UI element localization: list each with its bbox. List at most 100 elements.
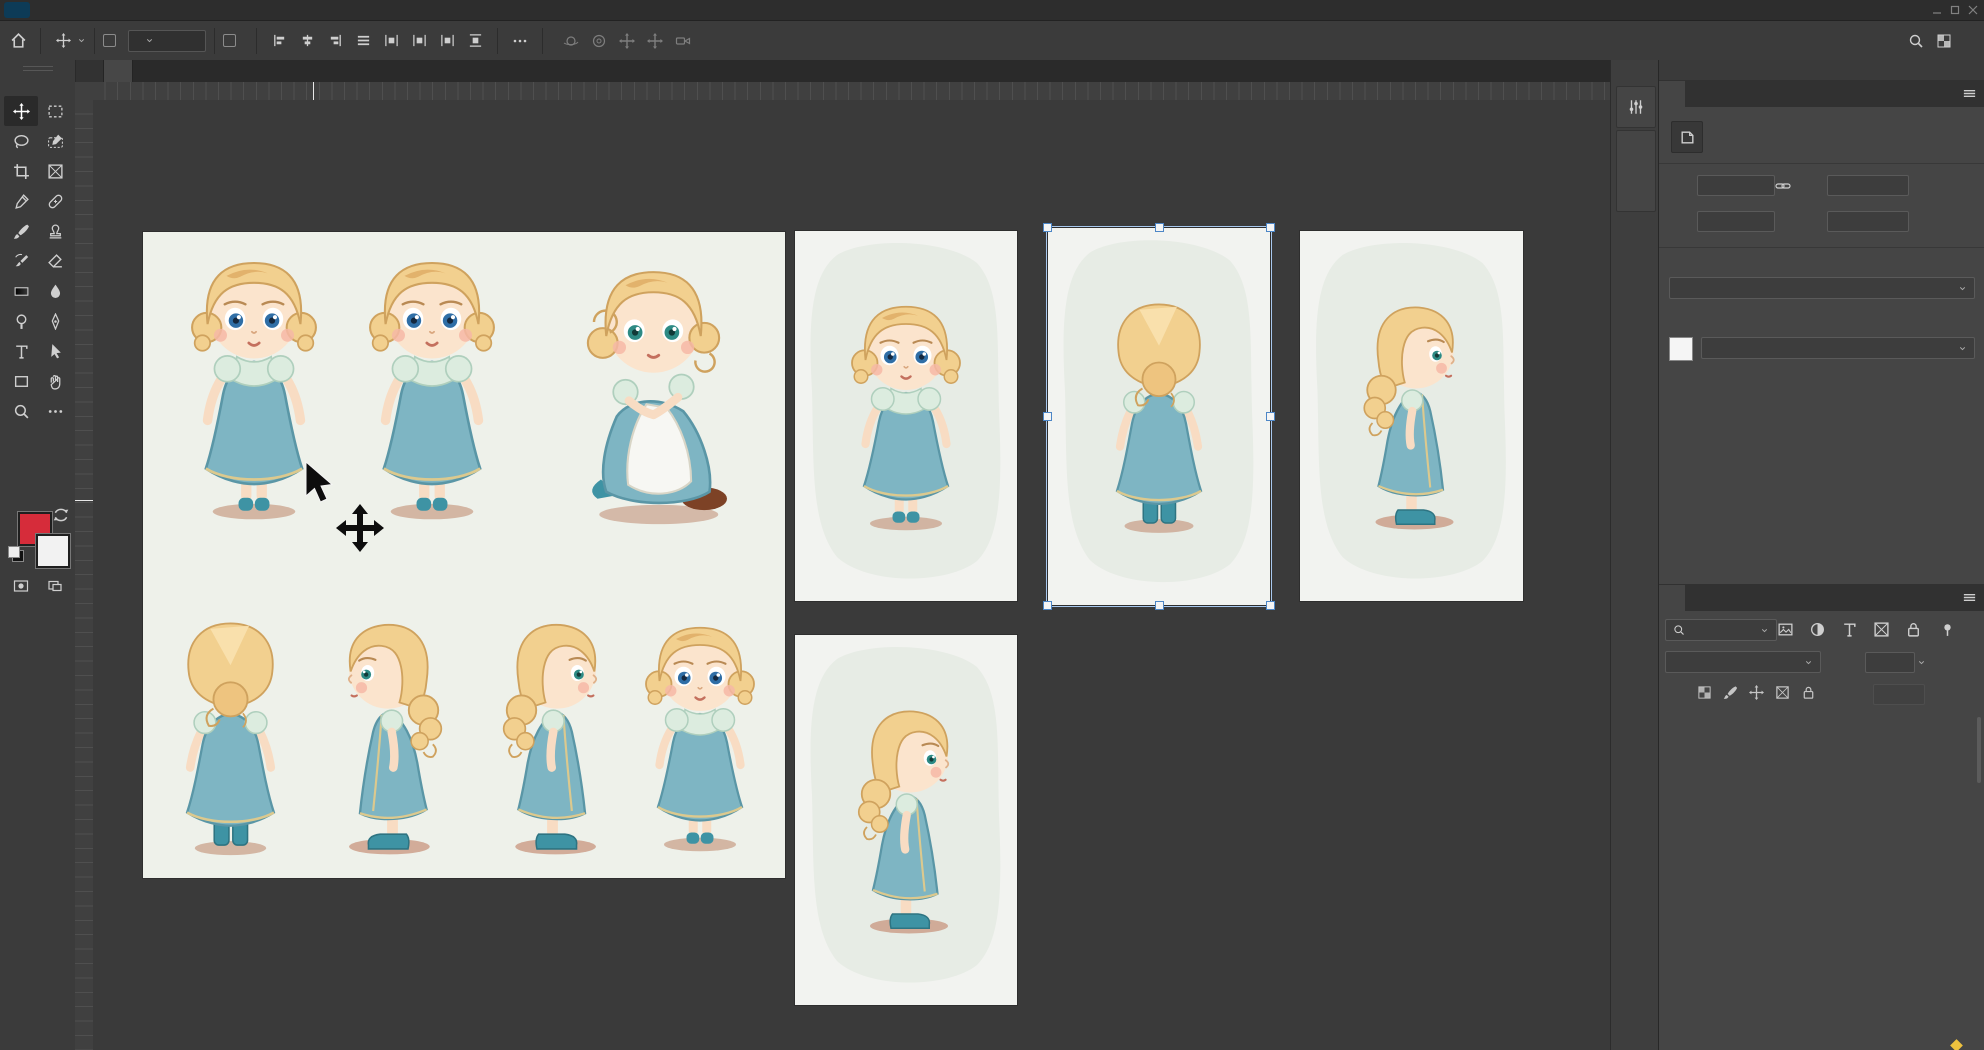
blur-tool[interactable]: [38, 276, 72, 306]
gradient-tool[interactable]: [4, 276, 38, 306]
height-field[interactable]: [1827, 175, 1909, 196]
quick-mask-icon[interactable]: [12, 578, 30, 594]
opacity-field[interactable]: [1865, 652, 1915, 673]
menu-layer[interactable]: [96, 0, 118, 20]
rectangle-tool[interactable]: [4, 366, 38, 396]
selection-handle-s[interactable]: [1155, 601, 1164, 610]
move-tool[interactable]: [4, 96, 38, 126]
selection-handle-w[interactable]: [1043, 412, 1052, 421]
distribute-vertical-icon[interactable]: [461, 28, 489, 54]
brush-settings-panel-button[interactable]: [1616, 86, 1656, 128]
workspace-switcher-icon[interactable]: [1930, 28, 1958, 54]
distribute-left-icon[interactable]: [377, 28, 405, 54]
hand-tool[interactable]: [38, 366, 72, 396]
lock-all-icon[interactable]: [1801, 685, 1816, 700]
search-icon[interactable]: [1902, 28, 1930, 54]
panel-menu-icon[interactable]: [1962, 86, 1977, 101]
layer-filter-kind-dropdown[interactable]: [1665, 619, 1777, 641]
filter-adjustment-layers-icon[interactable]: [1809, 621, 1826, 638]
minimize-button-icon[interactable]: [1932, 5, 1942, 15]
brush-tool[interactable]: [4, 216, 38, 246]
more-tools[interactable]: [38, 396, 72, 426]
preset-dropdown[interactable]: [1669, 277, 1975, 299]
selection-handle-se[interactable]: [1266, 601, 1275, 610]
vertical-ruler[interactable]: [75, 100, 94, 1050]
lock-position-icon[interactable]: [1749, 685, 1764, 700]
align-left-icon[interactable]: [265, 28, 293, 54]
path-select-tool[interactable]: [38, 336, 72, 366]
lock-transparent-pixels-icon[interactable]: [1697, 685, 1712, 700]
frame-tool[interactable]: [38, 156, 72, 186]
chevron-down-icon[interactable]: [1917, 658, 1926, 667]
tab-channels[interactable]: [1685, 585, 1711, 611]
filter-smart-object-icon[interactable]: [1905, 621, 1922, 638]
show-transform-checkbox[interactable]: [223, 34, 236, 47]
horizontal-ruler[interactable]: [93, 82, 1610, 101]
menu-edit[interactable]: [52, 0, 74, 20]
swap-colors-icon[interactable]: [52, 506, 70, 524]
auto-select-checkbox[interactable]: [103, 34, 116, 47]
pen-tool[interactable]: [38, 306, 72, 336]
artboard-bg-color-swatch[interactable]: [1669, 337, 1693, 361]
auto-select-target-dropdown[interactable]: [128, 30, 206, 52]
link-dimensions-icon[interactable]: [1775, 178, 1791, 194]
eraser-tool[interactable]: [38, 246, 72, 276]
tab-paths[interactable]: [1711, 585, 1737, 611]
type-tool[interactable]: [4, 336, 38, 366]
align-center-horizontal-icon[interactable]: [293, 28, 321, 54]
tab-adjustments[interactable]: [1685, 81, 1711, 107]
filter-pixel-layers-icon[interactable]: [1777, 621, 1794, 638]
tab-properties[interactable]: [1659, 81, 1685, 107]
artboard-1-copy-5[interactable]: [795, 635, 1017, 1005]
marquee-tool[interactable]: [38, 96, 72, 126]
ruler-origin-corner[interactable]: [75, 82, 94, 101]
move-tool-preset-icon[interactable]: [49, 28, 77, 54]
selection-handle-sw[interactable]: [1043, 601, 1052, 610]
menu-type[interactable]: [118, 0, 140, 20]
history-brush-tool[interactable]: [4, 246, 38, 276]
align-right-icon[interactable]: [321, 28, 349, 54]
menu-view[interactable]: [206, 0, 228, 20]
selection-handle-n[interactable]: [1155, 223, 1164, 232]
close-button-icon[interactable]: [1968, 5, 1978, 15]
filter-shape-layers-icon[interactable]: [1873, 621, 1890, 638]
y-field[interactable]: [1827, 211, 1909, 232]
zoom-tool[interactable]: [4, 396, 38, 426]
clone-stamp-tool[interactable]: [38, 216, 72, 246]
blend-mode-dropdown[interactable]: [1665, 651, 1821, 673]
x-field[interactable]: [1697, 211, 1775, 232]
menu-3d[interactable]: [184, 0, 206, 20]
object-selection-tool[interactable]: [38, 126, 72, 156]
screen-mode-icon[interactable]: [46, 578, 64, 594]
maximize-button-icon[interactable]: [1950, 5, 1960, 15]
menu-window[interactable]: [250, 0, 272, 20]
filter-toggle-pin-icon[interactable]: [1939, 621, 1956, 638]
tab-untitled-1[interactable]: [75, 60, 104, 82]
tab-character-design[interactable]: [104, 60, 133, 82]
tab-layers[interactable]: [1659, 585, 1685, 611]
lock-artboard-icon[interactable]: [1775, 685, 1790, 700]
artboard-1[interactable]: [795, 231, 1017, 601]
chevron-down-icon[interactable]: [77, 36, 86, 45]
menu-select[interactable]: [140, 0, 162, 20]
distribute-center-horizontal-icon[interactable]: [405, 28, 433, 54]
background-color-dropdown[interactable]: [1701, 337, 1975, 359]
panel-menu-icon[interactable]: [1962, 590, 1977, 605]
menu-file[interactable]: [30, 0, 52, 20]
background-color-swatch[interactable]: [36, 534, 70, 568]
lock-image-pixels-icon[interactable]: [1723, 685, 1738, 700]
toolbar-grip[interactable]: [23, 66, 53, 71]
dodge-tool[interactable]: [4, 306, 38, 336]
layers-scrollbar[interactable]: [1977, 717, 1981, 783]
healing-brush-tool[interactable]: [38, 186, 72, 216]
menu-image[interactable]: [74, 0, 96, 20]
width-field[interactable]: [1697, 175, 1775, 196]
artboard-1-copy-2[interactable]: [1300, 231, 1523, 601]
reference-artboard[interactable]: [143, 232, 785, 878]
selection-handle-nw[interactable]: [1043, 223, 1052, 232]
crop-tool[interactable]: [4, 156, 38, 186]
selection-handle-e[interactable]: [1266, 412, 1275, 421]
eyedropper-tool[interactable]: [4, 186, 38, 216]
selection-handle-ne[interactable]: [1266, 223, 1275, 232]
artboard-1-copy[interactable]: [1048, 228, 1270, 605]
